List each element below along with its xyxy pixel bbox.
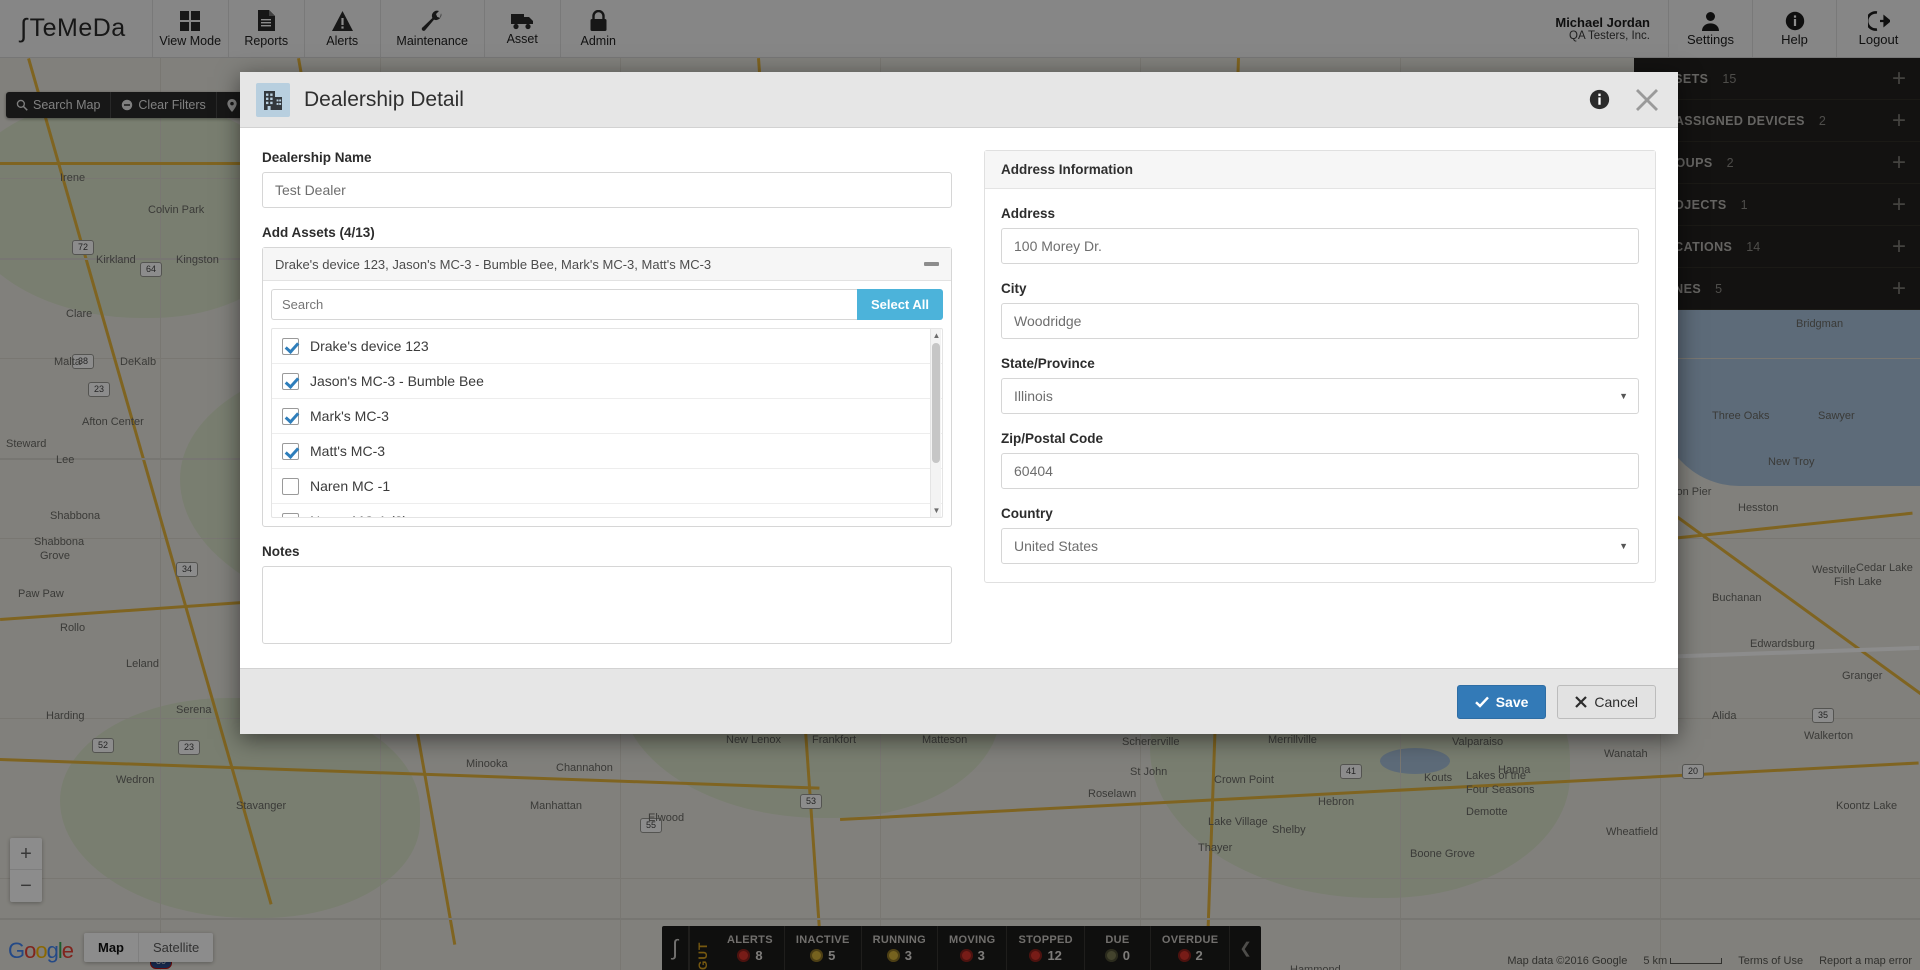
collapse-icon[interactable] xyxy=(924,262,939,266)
state-group: State/Province Illinois ▼ xyxy=(1001,356,1639,414)
country-group: Country United States ▼ xyxy=(1001,506,1639,564)
dialog-body: Dealership Name Add Assets (4/13) Drake'… xyxy=(240,128,1678,668)
assets-selected-summary: Drake's device 123, Jason's MC-3 - Bumbl… xyxy=(275,256,712,272)
dialog-info-icon[interactable] xyxy=(1589,89,1610,110)
list-item[interactable]: Naren MC-1 (2) xyxy=(272,504,942,517)
scrollbar-thumb[interactable] xyxy=(932,343,940,463)
scroll-down-icon[interactable]: ▼ xyxy=(931,504,942,517)
asset-checkbox[interactable] xyxy=(282,442,299,460)
save-label: Save xyxy=(1495,693,1529,710)
dealership-name-input[interactable] xyxy=(262,172,952,208)
list-item[interactable]: Jason's MC-3 - Bumble Bee xyxy=(272,364,942,399)
address-group: Address xyxy=(1001,206,1639,264)
assets-search-input[interactable] xyxy=(271,289,857,320)
dealership-detail-dialog: Dealership Detail Dealership Name Add As… xyxy=(240,72,1678,734)
list-item[interactable]: Drake's device 123 xyxy=(272,329,942,364)
country-selected-value: United States xyxy=(1014,538,1099,554)
dialog-title: Dealership Detail xyxy=(304,87,464,111)
state-label: State/Province xyxy=(1001,356,1095,371)
city-label: City xyxy=(1001,281,1027,296)
chevron-down-icon: ▼ xyxy=(1619,541,1628,551)
asset-label: Matt's MC-3 xyxy=(310,443,386,459)
dialog-header: Dealership Detail xyxy=(240,72,1678,128)
zip-group: Zip/Postal Code xyxy=(1001,431,1639,489)
select-all-button[interactable]: Select All xyxy=(856,289,943,320)
list-item[interactable]: Naren MC -1 xyxy=(272,469,942,504)
assets-list[interactable]: Drake's device 123 Jason's MC-3 - Bumble… xyxy=(271,328,943,518)
asset-checkbox[interactable] xyxy=(282,477,299,495)
save-button[interactable]: Save xyxy=(1456,684,1547,719)
check-icon xyxy=(1474,696,1489,708)
zip-label: Zip/Postal Code xyxy=(1001,431,1104,446)
dealership-name-group: Dealership Name xyxy=(262,150,952,208)
state-selected-value: Illinois xyxy=(1014,388,1053,404)
assets-list-scrollbar[interactable]: ▲ ▼ xyxy=(930,329,941,517)
asset-label: Mark's MC-3 xyxy=(310,408,389,424)
asset-checkbox[interactable] xyxy=(282,407,299,425)
state-select[interactable]: Illinois ▼ xyxy=(1001,378,1639,414)
asset-checkbox[interactable] xyxy=(282,512,299,517)
dealership-name-label: Dealership Name xyxy=(262,150,372,165)
city-input[interactable] xyxy=(1001,303,1639,339)
chevron-down-icon: ▼ xyxy=(1619,391,1628,401)
add-assets-label: Add Assets (4/13) xyxy=(262,225,375,240)
list-item[interactable]: Matt's MC-3 xyxy=(272,434,942,469)
country-select[interactable]: United States ▼ xyxy=(1001,528,1639,564)
close-icon[interactable] xyxy=(1634,87,1660,113)
address-label: Address xyxy=(1001,206,1056,221)
notes-textarea[interactable] xyxy=(262,566,952,644)
address-information-panel: Address Information Address City State/P… xyxy=(984,150,1656,583)
asset-checkbox[interactable] xyxy=(282,337,299,355)
address-section-title: Address Information xyxy=(985,151,1655,189)
address-input[interactable] xyxy=(1001,228,1639,264)
asset-label: Jason's MC-3 - Bumble Bee xyxy=(310,373,484,389)
add-assets-group: Add Assets (4/13) Drake's device 123, Ja… xyxy=(262,225,952,527)
notes-group: Notes xyxy=(262,544,952,649)
right-column: Address Information Address City State/P… xyxy=(984,150,1656,668)
scroll-up-icon[interactable]: ▲ xyxy=(931,329,942,342)
x-icon xyxy=(1575,695,1588,708)
asset-checkbox[interactable] xyxy=(282,372,299,390)
asset-label: Naren MC -1 xyxy=(310,478,391,494)
building-icon xyxy=(256,82,290,117)
asset-label: Naren MC-1 (2) xyxy=(310,513,407,517)
cancel-label: Cancel xyxy=(1594,693,1638,710)
notes-label: Notes xyxy=(262,544,300,559)
address-fields: Address City State/Province Illinois ▼ xyxy=(985,189,1655,582)
dialog-footer: Save Cancel xyxy=(240,668,1678,734)
list-item[interactable]: Mark's MC-3 xyxy=(272,399,942,434)
city-group: City xyxy=(1001,281,1639,339)
left-column: Dealership Name Add Assets (4/13) Drake'… xyxy=(262,150,952,668)
assets-multiselect: Drake's device 123, Jason's MC-3 - Bumbl… xyxy=(262,247,952,527)
asset-label: Drake's device 123 xyxy=(310,338,429,354)
assets-multiselect-toggle[interactable]: Drake's device 123, Jason's MC-3 - Bumbl… xyxy=(263,248,951,281)
country-label: Country xyxy=(1001,506,1053,521)
cancel-button[interactable]: Cancel xyxy=(1557,684,1656,719)
assets-search-row: Select All xyxy=(263,281,951,328)
zip-input[interactable] xyxy=(1001,453,1639,489)
